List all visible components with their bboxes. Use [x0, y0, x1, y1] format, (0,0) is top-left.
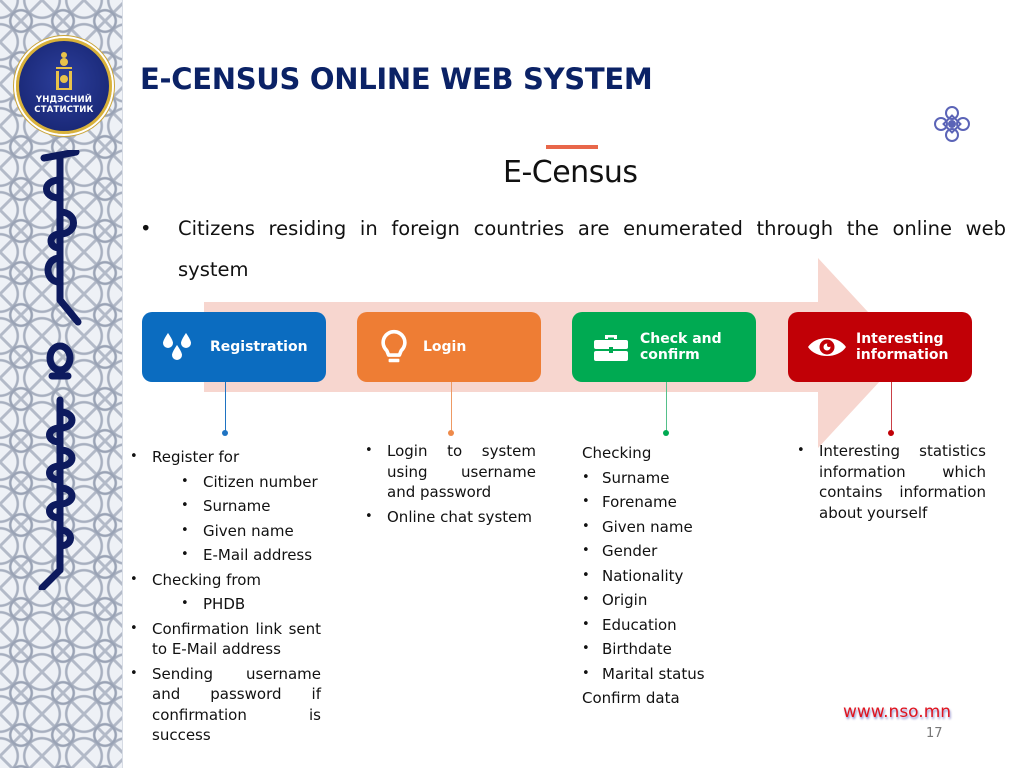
list-item: Gender	[582, 539, 752, 564]
registration-details: Register for Citizen number Surname Give…	[130, 445, 321, 746]
list-item: Interesting statistics information which…	[797, 441, 986, 523]
knot-ornament-icon	[934, 106, 970, 142]
eye-icon	[808, 338, 846, 356]
nso-logo: ҮНДЭСНИЙ СТАТИСТИК	[16, 38, 112, 134]
list-item: Surname	[582, 466, 752, 491]
list-item: Surname	[130, 494, 321, 519]
step-label: Check and confirm	[640, 331, 722, 363]
list-item: Register for	[130, 445, 321, 470]
soyombo-emblem-icon	[56, 52, 72, 90]
list-item: Origin	[582, 588, 752, 613]
check-heading: Checking	[582, 444, 652, 462]
logo-text-line1: ҮНДЭСНИЙ	[35, 95, 93, 105]
droplets-icon	[163, 333, 191, 360]
logo-text-line2: СТАТИСТИК	[34, 105, 94, 115]
step-login[interactable]: Login	[357, 312, 541, 382]
connector-dot-interesting	[888, 430, 894, 436]
subtitle-accent-line	[546, 145, 598, 149]
step-label-line2: confirm	[640, 347, 700, 363]
list-item: Confirmation link sent to E-Mail address	[130, 619, 321, 660]
list-item: Forename	[582, 490, 752, 515]
connector-dot-login	[448, 430, 454, 436]
list-item: Login to system using username and passw…	[365, 441, 536, 503]
step-check-confirm[interactable]: Check and confirm	[572, 312, 756, 382]
step-label-line1: Interesting	[856, 331, 944, 347]
intro-line-2: system	[178, 258, 249, 281]
step-label: Interesting information	[856, 331, 949, 363]
step-label-line2: information	[856, 347, 949, 363]
check-footer: Confirm data	[582, 689, 680, 707]
connector-dot-registration	[222, 430, 228, 436]
login-details: Login to system using username and passw…	[365, 441, 536, 527]
list-item: Birthdate	[582, 637, 752, 662]
slide-title: E-CENSUS ONLINE WEB SYSTEM	[140, 62, 653, 96]
page-number: 17	[926, 726, 943, 741]
connector-login	[451, 382, 452, 432]
list-item: Given name	[582, 515, 752, 540]
connector-interesting	[891, 382, 892, 432]
list-item: Citizen number	[130, 470, 321, 495]
briefcase-icon	[594, 335, 628, 361]
list-item: Education	[582, 613, 752, 638]
list-item: PHDB	[130, 592, 321, 617]
mongolian-script-icon	[38, 150, 82, 590]
step-registration[interactable]: Registration	[142, 312, 326, 382]
connector-dot-check	[663, 430, 669, 436]
list-item: Checking from	[130, 568, 321, 593]
step-label: Registration	[210, 339, 308, 355]
intro-bullet: •	[140, 217, 152, 240]
step-label-line1: Check and	[640, 331, 722, 347]
list-item: E-Mail address	[130, 543, 321, 568]
subtitle: E-Census	[503, 155, 638, 190]
list-item: Nationality	[582, 564, 752, 589]
lightbulb-icon	[381, 329, 407, 363]
website-link[interactable]: www.nso.mn	[843, 702, 951, 722]
list-item: Sending username and password if confirm…	[130, 664, 321, 746]
intro-line-1: Citizens residing in foreign countries a…	[178, 217, 1006, 240]
connector-check	[666, 382, 667, 432]
interesting-details: Interesting statistics information which…	[797, 441, 986, 523]
list-item: Given name	[130, 519, 321, 544]
connector-registration	[225, 382, 226, 432]
list-item: Marital status	[582, 662, 752, 687]
step-label: Login	[423, 339, 467, 355]
step-interesting-information[interactable]: Interesting information	[788, 312, 972, 382]
list-item: Online chat system	[365, 507, 536, 528]
check-details: Checking Surname Forename Given name Gen…	[582, 441, 752, 711]
